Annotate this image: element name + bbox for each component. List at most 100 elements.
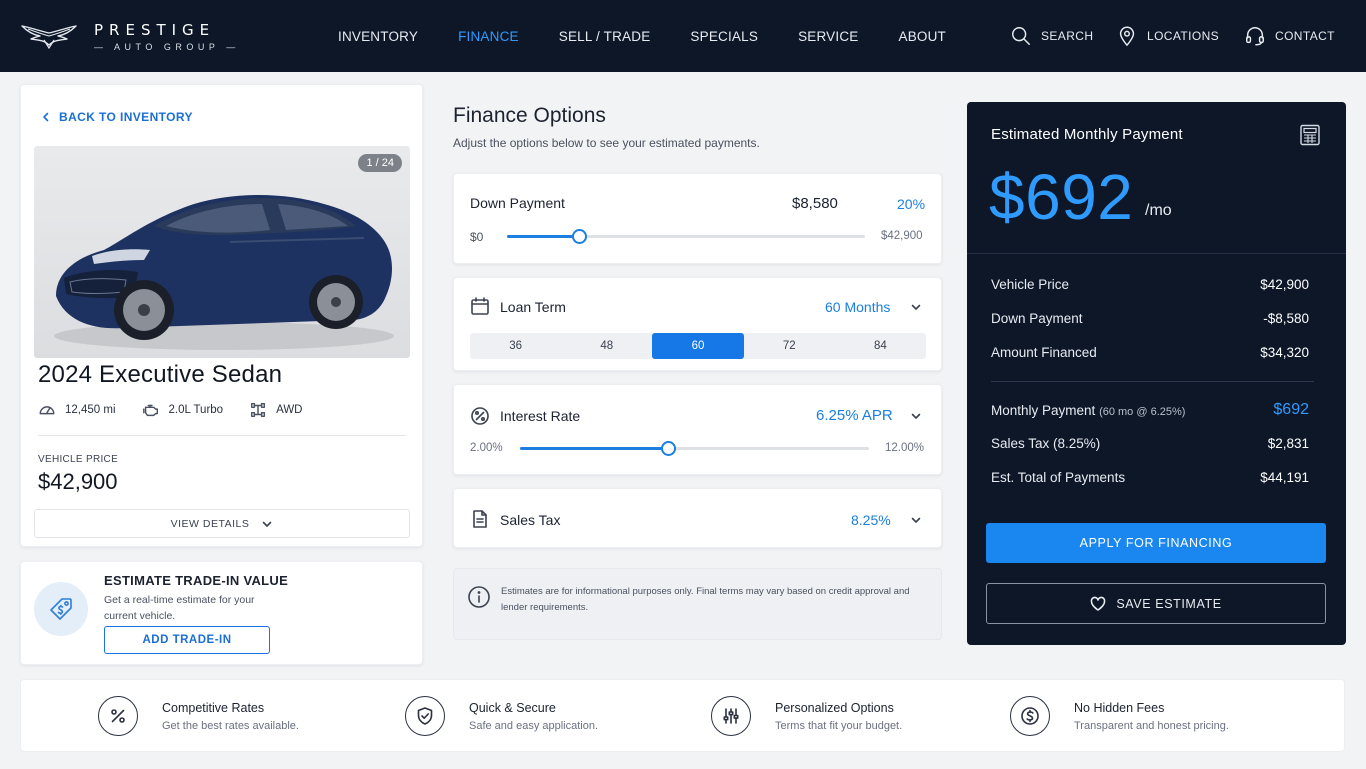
- drivetrain-icon: [251, 402, 266, 418]
- interest-rate-slider[interactable]: [520, 441, 869, 456]
- down-payment-percent[interactable]: 20%: [897, 196, 925, 212]
- payment-summary-panel: Estimated Monthly Payment $692 /mo Vehic…: [967, 102, 1346, 645]
- wing-crest-icon: [21, 25, 77, 50]
- search-icon: [1012, 27, 1030, 45]
- vehicle-price-label: VEHICLE PRICE: [38, 454, 119, 465]
- loan-term-option-60[interactable]: 60: [652, 333, 744, 359]
- site-header: PRESTIGE — AUTO GROUP — INVENTORY FINANC…: [0, 0, 1366, 72]
- headset-icon: [1246, 27, 1264, 46]
- vehicle-specs: 12,450 mi 2.0L Turbo AWD: [38, 401, 328, 419]
- row-monthly-payment: Monthly Payment (60 mo @ 6.25%) $692: [991, 401, 1309, 418]
- down-payment-min: $0: [470, 230, 484, 244]
- nav-sell-trade[interactable]: SELL / TRADE: [559, 29, 651, 44]
- down-payment-label: Down Payment: [470, 195, 565, 211]
- feature-quick-secure: Quick & Secure Safe and easy application…: [405, 696, 598, 736]
- sales-tax-label: Sales Tax: [500, 512, 561, 528]
- back-link-label: BACK TO INVENTORY: [59, 110, 193, 124]
- row-total-payments: Est. Total of Payments $44,191: [991, 470, 1309, 485]
- add-trade-in-button[interactable]: ADD TRADE-IN: [104, 626, 270, 654]
- interest-rate-slider-thumb[interactable]: [661, 441, 677, 456]
- spec-drivetrain: AWD: [249, 401, 302, 419]
- down-payment-card: Down Payment $8,580 20% $0 $42,900: [453, 173, 942, 264]
- sales-tax-card[interactable]: Sales Tax 8.25%: [453, 488, 942, 548]
- brand-tagline: — AUTO GROUP —: [94, 41, 240, 52]
- search-label: SEARCH: [1041, 29, 1094, 43]
- trade-in-description: Get a real-time estimate for your curren…: [104, 594, 255, 622]
- loan-term-selector: 36 48 60 72 84: [470, 333, 926, 359]
- vehicle-price: $42,900: [38, 469, 118, 494]
- trade-in-icon-badge: [34, 582, 88, 636]
- disclaimer-box: Estimates are for informational purposes…: [453, 568, 942, 640]
- photo-count-badge: 1 / 24: [358, 154, 402, 172]
- loan-term-option-48[interactable]: 48: [561, 333, 652, 359]
- interest-rate-max: 12.00%: [885, 442, 925, 454]
- loan-term-selected[interactable]: 60 Months: [825, 299, 890, 315]
- payment-panel-title: Estimated Monthly Payment: [991, 126, 1183, 143]
- brand-logo[interactable]: PRESTIGE — AUTO GROUP —: [20, 18, 240, 54]
- down-payment-slider[interactable]: [507, 229, 865, 244]
- main-nav: INVENTORY FINANCE SELL / TRADE SPECIALS …: [338, 0, 986, 72]
- calendar-icon: [471, 297, 489, 315]
- trade-in-card: ESTIMATE TRADE-IN VALUE Get a real-time …: [20, 561, 423, 665]
- heart-icon: [1091, 596, 1106, 611]
- view-details-button[interactable]: VIEW DETAILS: [34, 509, 410, 538]
- nav-specials[interactable]: SPECIALS: [690, 29, 758, 44]
- percent-circle-icon: [471, 407, 489, 425]
- nav-inventory[interactable]: INVENTORY: [338, 29, 418, 44]
- info-icon: [468, 586, 490, 608]
- interest-rate-value[interactable]: 6.25% APR: [816, 407, 893, 424]
- chevron-down-icon[interactable]: [910, 514, 922, 526]
- engine-icon: [142, 404, 158, 417]
- locations-label: LOCATIONS: [1147, 29, 1220, 43]
- vehicle-card: BACK TO INVENTORY 1 / 24 2024 Executive …: [20, 84, 423, 547]
- row-sales-tax: Sales Tax (8.25%) $2,831: [991, 436, 1309, 451]
- price-tag-icon: [50, 598, 72, 620]
- chevron-down-icon: [263, 521, 272, 527]
- down-payment-amount[interactable]: $8,580: [792, 195, 838, 212]
- features-bar: Competitive Rates Get the best rates ava…: [20, 679, 1345, 752]
- spec-engine: 2.0L Turbo: [142, 401, 223, 419]
- interest-rate-min: 2.00%: [470, 442, 503, 454]
- nav-about[interactable]: ABOUT: [899, 29, 947, 44]
- loan-term-option-36[interactable]: 36: [470, 333, 561, 359]
- nav-service[interactable]: SERVICE: [798, 29, 858, 44]
- loan-term-card: Loan Term 60 Months 36 48 60 72 84: [453, 277, 942, 371]
- monthly-payment-amount: $692: [989, 161, 1134, 233]
- finance-options-subtitle: Adjust the options below to see your est…: [453, 136, 760, 150]
- interest-rate-card: Interest Rate 6.25% APR 2.00% 12.00%: [453, 384, 942, 475]
- speedometer-icon: [39, 406, 55, 415]
- nav-finance[interactable]: FINANCE: [458, 29, 519, 44]
- chevron-down-icon[interactable]: [910, 301, 922, 313]
- dollar-icon: [1021, 707, 1039, 725]
- interest-rate-label: Interest Rate: [500, 408, 581, 424]
- sales-tax-value[interactable]: 8.25%: [851, 512, 891, 528]
- search-link[interactable]: SEARCH: [1010, 0, 1093, 72]
- payment-divider: [967, 253, 1346, 254]
- brand-name: PRESTIGE: [94, 20, 216, 39]
- back-to-inventory-link[interactable]: BACK TO INVENTORY: [41, 110, 193, 124]
- calculator-icon[interactable]: [1299, 124, 1321, 146]
- loan-term-option-84[interactable]: 84: [835, 333, 926, 359]
- payment-divider-2: [991, 381, 1314, 382]
- contact-link[interactable]: CONTACT: [1244, 0, 1335, 72]
- spec-mileage: 12,450 mi: [38, 401, 116, 419]
- row-down-payment: Down Payment -$8,580: [991, 311, 1309, 326]
- loan-term-option-72[interactable]: 72: [744, 333, 835, 359]
- chevron-left-icon: [43, 112, 49, 122]
- down-payment-slider-thumb[interactable]: [571, 229, 587, 244]
- finance-options-title: Finance Options: [453, 104, 606, 127]
- trade-in-title: ESTIMATE TRADE-IN VALUE: [104, 573, 289, 588]
- locations-link[interactable]: LOCATIONS: [1116, 0, 1219, 72]
- down-payment-slider-fill: [507, 235, 579, 238]
- row-amount-financed: Amount Financed $34,320: [991, 345, 1309, 360]
- vehicle-photo[interactable]: 1 / 24: [34, 146, 410, 358]
- feature-no-hidden-fees: No Hidden Fees Transparent and honest pr…: [1010, 696, 1229, 736]
- feature-competitive-rates: Competitive Rates Get the best rates ava…: [98, 696, 299, 736]
- save-estimate-button[interactable]: SAVE ESTIMATE: [986, 583, 1326, 624]
- chevron-down-icon[interactable]: [910, 410, 922, 422]
- apply-for-financing-button[interactable]: APPLY FOR FINANCING: [986, 523, 1326, 563]
- monthly-payment-unit: /mo: [1145, 202, 1172, 219]
- feature-personalized-options: Personalized Options Terms that fit your…: [711, 696, 902, 736]
- down-payment-max: $42,900: [881, 230, 923, 242]
- vehicle-divider: [38, 435, 406, 436]
